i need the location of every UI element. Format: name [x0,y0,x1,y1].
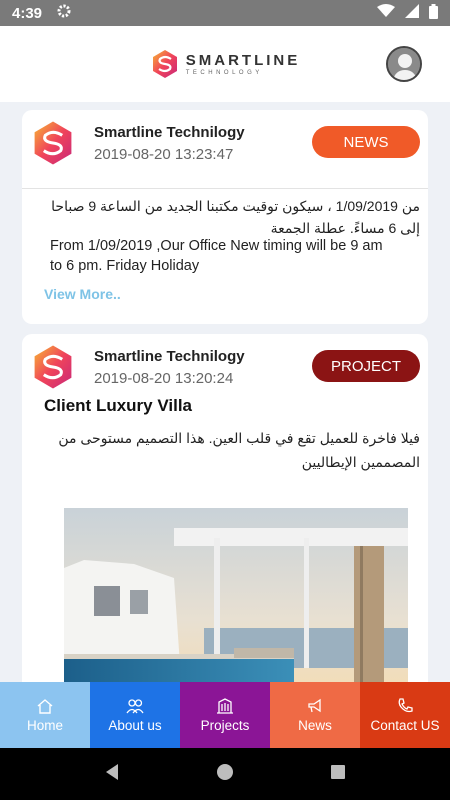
brand-sub: TECHNOLOGY [185,69,263,76]
nav-about-us[interactable]: About us [90,682,180,748]
divider [22,188,428,189]
project-arabic-text: المصممين الإيطاليين [301,454,420,470]
nav-label: News [298,717,332,733]
phone-icon [398,697,413,712]
news-feed: Smartline Technilogy 2019-08-20 13:23:47… [0,102,450,682]
nav-projects[interactable]: Projects [180,682,270,748]
recents-icon[interactable] [330,764,346,785]
megaphone-icon [308,698,321,712]
nav-contact-us[interactable]: Contact US [360,682,450,748]
avatar[interactable] [386,46,422,82]
nav-label: Home [26,717,63,733]
settings-icon [56,3,72,23]
status-time: 4:39 [12,4,43,22]
post-header: Smartline Technilogy 2019-08-20 13:23:47… [30,120,420,166]
company-logo-icon [34,345,72,389]
brand-name: SMARTLINE [185,51,301,69]
signal-icon [405,4,419,22]
post-card[interactable]: Smartline Technilogy 2019-08-20 13:20:24… [22,334,428,682]
project-arabic-text: فيلا فاخرة للعميل تقع في قلب العين. هذا … [58,430,420,446]
nav-home[interactable]: Home [0,682,90,748]
company-logo-icon [34,121,72,165]
company-name: Smartline Technilogy [94,124,245,141]
building-icon [217,697,233,714]
app-header: SMARTLINE TECHNOLOGY [0,26,450,102]
logo-mark-icon [152,50,177,78]
post-card[interactable]: Smartline Technilogy 2019-08-20 13:23:47… [22,110,428,324]
home-icon [37,698,53,714]
project-image[interactable] [64,508,408,682]
post-arabic-text: من 1/09/2019 ، سيكون توقيت مكتبنا الجديد… [51,198,420,214]
back-icon[interactable] [104,763,120,786]
wifi-icon [377,4,395,22]
post-english-text: to 6 pm. Friday Holiday [50,258,200,274]
nav-label: About us [108,717,162,733]
view-more-link[interactable]: View More.. [44,286,121,302]
post-arabic-text: إلى 6 مساءً. عطلة الجمعة [270,220,420,236]
nav-label: Projects [200,717,250,733]
home-circle-icon[interactable] [216,763,234,786]
brand-logo: SMARTLINE TECHNOLOGY [150,49,301,79]
post-header: Smartline Technilogy 2019-08-20 13:20:24… [30,344,420,390]
users-icon [126,698,144,713]
system-nav-bar [0,748,450,800]
post-date: 2019-08-20 13:20:24 [94,370,234,387]
news-badge[interactable]: NEWS [312,126,420,158]
project-title: Client Luxury Villa [44,396,193,415]
project-badge[interactable]: PROJECT [312,350,420,382]
nav-news[interactable]: News [270,682,360,748]
nav-label: Contact US [370,717,440,733]
post-english-text: From 1/09/2019 ,Our Office New timing wi… [50,238,383,254]
user-icon [388,48,420,80]
post-date: 2019-08-20 13:23:47 [94,146,234,163]
company-name: Smartline Technilogy [94,348,245,365]
bottom-nav: Home About us Projects News Contact US [0,682,450,748]
battery-icon [429,3,438,23]
status-bar: 4:39 [0,0,450,26]
